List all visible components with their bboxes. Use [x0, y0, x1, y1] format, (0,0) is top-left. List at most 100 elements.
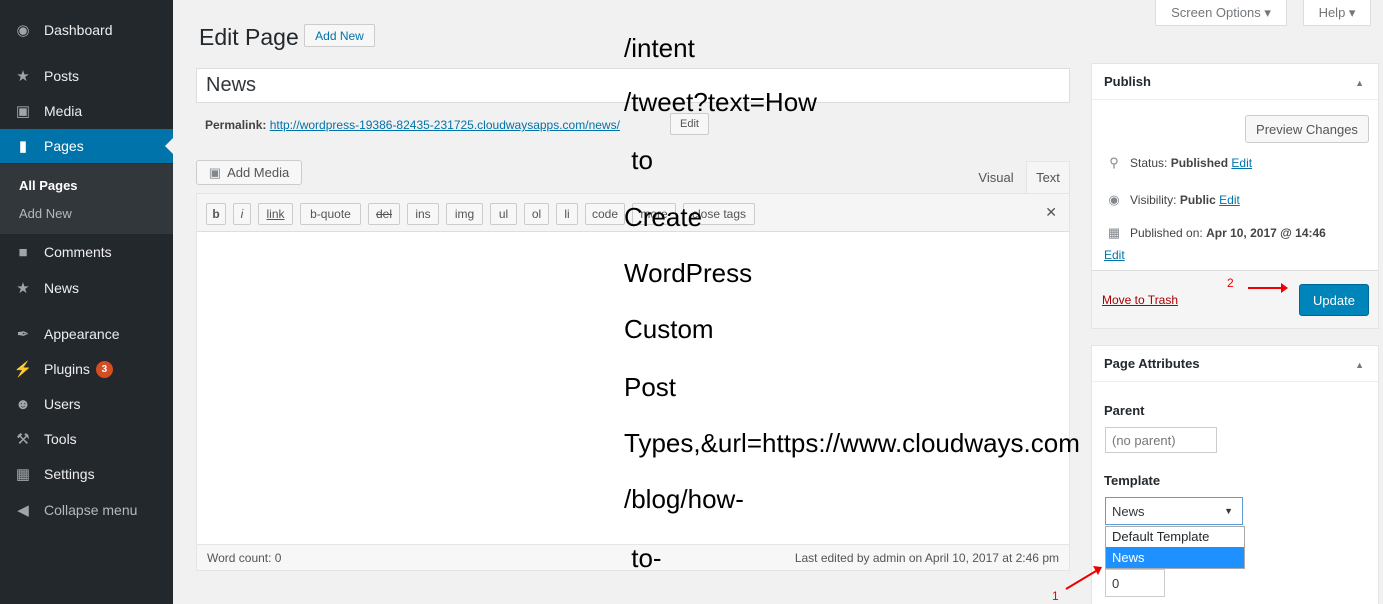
qt-ul-button[interactable]: ul — [490, 203, 517, 225]
menu-posts[interactable]: ★ Posts — [0, 59, 173, 93]
menu-label: Posts — [44, 68, 80, 84]
admin-sidebar: ◉ Dashboard ★ Posts ▣ Media ▮ Pages All Page… — [0, 0, 173, 604]
calendar-icon: ▦ — [1107, 225, 1121, 240]
submenu-all-pages[interactable]: All Pages — [19, 178, 78, 193]
template-option[interactable]: Default Template — [1106, 527, 1244, 547]
qt-bquote-button[interactable]: b-quote — [300, 203, 361, 225]
page-attributes-box: Page Attributes ▲ Parent (no parent) Tem… — [1091, 345, 1379, 604]
menu-label: Settings — [44, 466, 95, 482]
menu-label: Pages — [44, 138, 84, 154]
help-button[interactable]: Help ▾ — [1303, 0, 1371, 26]
overlay-line: /blog/how- — [624, 484, 744, 514]
status-edit-link[interactable]: Edit — [1231, 156, 1252, 170]
annotation-step-2: 2 — [1227, 276, 1234, 290]
tab-text[interactable]: Text — [1026, 161, 1070, 193]
parent-select[interactable]: (no parent) — [1105, 427, 1217, 453]
qt-link-button[interactable]: link — [258, 203, 293, 225]
overlay-line: Create — [624, 202, 703, 232]
menu-news[interactable]: ★ News — [0, 271, 173, 305]
menu-dashboard[interactable]: ◉ Dashboard — [0, 13, 173, 47]
qt-ol-button[interactable]: ol — [524, 203, 549, 225]
qt-li-button[interactable]: li — [556, 203, 578, 225]
paintbrush-icon: ✒ — [16, 326, 30, 343]
menu-label: Plugins — [44, 361, 90, 377]
qt-del-button[interactable]: del — [368, 203, 400, 225]
publish-box: Publish ▲ Preview Changes ⚲ Status: Publ… — [1091, 63, 1379, 329]
overlay-line: to- — [624, 543, 662, 573]
add-new-page-button[interactable]: Add New — [304, 24, 375, 47]
menu-settings[interactable]: ▦ Settings — [0, 457, 173, 491]
update-count-badge: 3 — [95, 360, 113, 378]
publish-box-title[interactable]: Publish — [1092, 64, 1378, 100]
update-button[interactable]: Update — [1299, 284, 1369, 316]
menu-label: Comments — [44, 244, 112, 260]
permalink-label: Permalink: — [205, 118, 267, 132]
pages-submenu: All Pages Add New — [0, 164, 173, 234]
menu-label: Tools — [44, 431, 77, 447]
page-attributes-title[interactable]: Page Attributes — [1092, 346, 1378, 382]
menu-media[interactable]: ▣ Media — [0, 94, 173, 128]
submenu-add-new[interactable]: Add New — [19, 206, 72, 221]
status-value: Published — [1170, 156, 1229, 170]
published-edit-link[interactable]: Edit — [1104, 248, 1125, 262]
annotation-arrow-right — [1248, 283, 1288, 293]
toggle-arrow-icon[interactable]: ▲ — [1355, 78, 1364, 88]
tab-visual[interactable]: Visual — [972, 161, 1020, 193]
annotation-step-1: 1 — [1052, 589, 1059, 603]
chevron-down-icon: ▼ — [1224, 506, 1233, 516]
parent-label: Parent — [1104, 403, 1145, 418]
word-count: Word count: 0 — [207, 551, 282, 565]
toggle-arrow-icon[interactable]: ▲ — [1355, 360, 1364, 370]
qt-ins-button[interactable]: ins — [407, 203, 439, 225]
status-row: ⚲ Status: Published Edit — [1104, 155, 1252, 171]
menu-pages[interactable]: ▮ Pages — [0, 129, 173, 163]
menu-appearance[interactable]: ✒ Appearance — [0, 317, 173, 351]
menu-label: Dashboard — [44, 22, 113, 38]
publishing-actions: Move to Trash Update — [1092, 270, 1378, 328]
eye-icon: ◉ — [1108, 192, 1120, 207]
media-icon: ▣ — [15, 103, 31, 120]
collapse-menu-button[interactable]: ◀ Collapse menu — [0, 493, 173, 527]
visibility-edit-link[interactable]: Edit — [1219, 193, 1240, 207]
menu-comments[interactable]: ■ Comments — [0, 235, 173, 269]
add-media-label: Add Media — [227, 165, 290, 180]
visibility-label: Visibility: — [1130, 193, 1177, 207]
fullscreen-icon[interactable]: ✕ — [1045, 204, 1057, 221]
overlay-line: Custom — [624, 314, 714, 344]
comment-icon: ■ — [18, 243, 28, 261]
qt-img-button[interactable]: img — [446, 203, 483, 225]
add-media-button[interactable]: ▣ Add Media — [196, 160, 302, 185]
collapse-icon: ◀ — [17, 502, 29, 519]
overlay-line: WordPress — [624, 258, 753, 288]
permalink-link[interactable]: http://wordpress-19386-82435-231725.clou… — [270, 118, 620, 132]
overlay-line: /intent — [624, 33, 695, 63]
wrench-icon: ⚒ — [16, 431, 30, 448]
pushpin-icon: ★ — [16, 280, 30, 297]
template-selected-value: News — [1112, 503, 1145, 519]
template-select[interactable]: News ▼ — [1105, 497, 1243, 525]
qt-bold-button[interactable]: b — [206, 203, 226, 225]
status-label: Status: — [1130, 156, 1168, 170]
menu-label: News — [44, 280, 80, 296]
menu-label: Appearance — [44, 326, 120, 342]
move-to-trash-link[interactable]: Move to Trash — [1102, 293, 1178, 307]
published-on-row: ▦ Published on: Apr 10, 2017 @ 14:46 — [1104, 225, 1326, 241]
menu-label: Users — [44, 396, 81, 412]
overlay-line: to — [624, 145, 653, 175]
order-input[interactable]: 0 — [1105, 569, 1165, 597]
qt-italic-button[interactable]: i — [233, 203, 251, 225]
screen-options-button[interactable]: Screen Options ▾ — [1155, 0, 1287, 26]
preview-changes-button[interactable]: Preview Changes — [1245, 115, 1369, 143]
menu-tools[interactable]: ⚒ Tools — [0, 422, 173, 456]
menu-label: Collapse menu — [44, 502, 138, 518]
template-option-selected[interactable]: News — [1106, 547, 1244, 568]
pushpin-icon: ★ — [16, 68, 30, 85]
plugin-icon: ⚡ — [13, 361, 33, 378]
overlay-line: Post — [624, 372, 677, 402]
page-icon: ▮ — [18, 138, 28, 155]
menu-users[interactable]: ☻ Users — [0, 387, 173, 421]
menu-label: Media — [44, 103, 83, 119]
template-label: Template — [1104, 473, 1161, 488]
menu-plugins[interactable]: ⚡ Plugins 3 — [0, 352, 173, 386]
qt-code-button[interactable]: code — [585, 203, 625, 225]
